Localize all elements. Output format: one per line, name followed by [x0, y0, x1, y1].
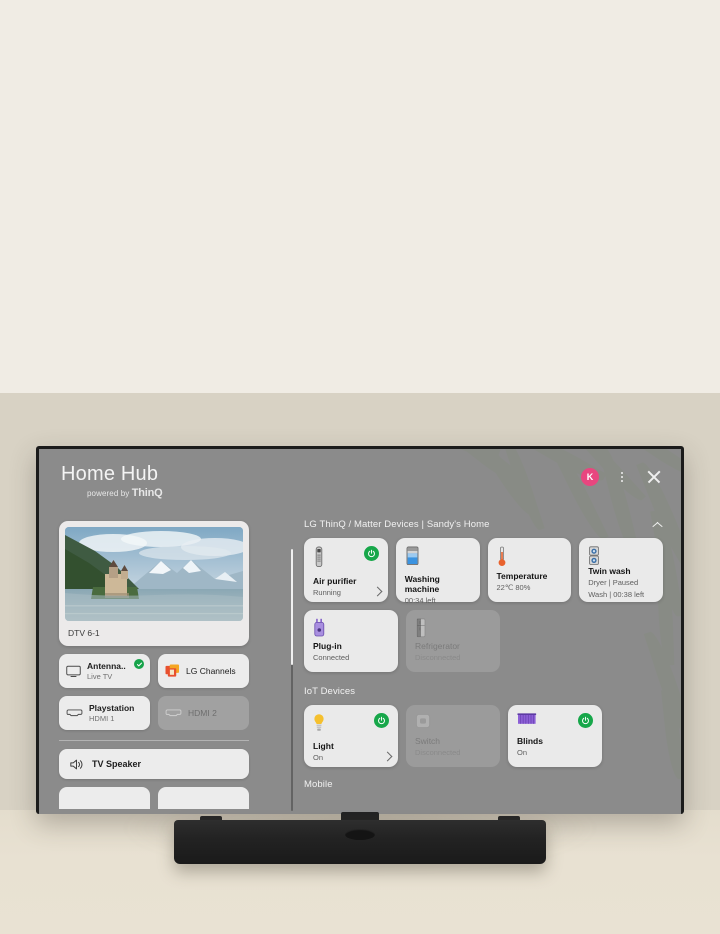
power-toggle-light[interactable]: [374, 713, 389, 728]
refrigerator-icon: [416, 618, 426, 638]
lake-castle-photo: [65, 527, 243, 621]
hub-header: Home Hub powered by ThinQ K: [61, 463, 663, 511]
tv-screen: Home Hub powered by ThinQ K DTV 6-1 Ante…: [39, 449, 681, 814]
device-card-twin-wash[interactable]: Twin wash Dryer | Paused Wash | 00:38 le…: [579, 538, 663, 602]
kebab-menu-icon[interactable]: [615, 468, 629, 486]
page-title: Home Hub: [61, 463, 159, 485]
thermometer-icon: [498, 546, 505, 566]
hdmi-icon: [66, 709, 83, 717]
close-icon[interactable]: [645, 468, 663, 486]
source-tile-antenna[interactable]: Antenna.. Live TV: [59, 654, 150, 688]
section-title: IoT Devices: [304, 686, 356, 697]
television: Home Hub powered by ThinQ K DTV 6-1 Ante…: [36, 446, 684, 814]
device-name: Switch: [415, 736, 441, 746]
vertical-scrollbar[interactable]: [291, 549, 293, 811]
soundbar: [174, 820, 546, 864]
selected-check-icon: [134, 659, 144, 669]
source-name: Antenna..: [87, 661, 126, 671]
speaker-icon: [70, 759, 83, 769]
more-sources-row: [59, 787, 249, 809]
switch-icon: [415, 713, 431, 729]
source-tile-hdmi2[interactable]: HDMI 2: [158, 696, 249, 730]
avatar-initial: K: [586, 472, 594, 482]
source-sub: Live TV: [87, 672, 113, 681]
panel-divider: [59, 740, 249, 741]
source-sub: HDMI 1: [89, 714, 115, 723]
audio-output-tile[interactable]: TV Speaker: [59, 749, 249, 779]
chevron-up-icon[interactable]: [652, 521, 663, 528]
mobile-section-header: Mobile: [304, 779, 663, 790]
tv-preview-card[interactable]: DTV 6-1: [59, 521, 249, 646]
header-actions: K: [581, 468, 663, 486]
source-tile-partial-left[interactable]: [59, 787, 150, 809]
tv-channel-label: DTV 6-1: [68, 628, 100, 638]
washing-machine-icon: [406, 546, 419, 566]
blinds-icon: [517, 713, 537, 724]
device-name: Air purifier: [313, 576, 357, 586]
avatar[interactable]: K: [581, 468, 599, 486]
device-name: Light: [313, 741, 334, 751]
device-status: Disconnected: [415, 653, 461, 662]
scrollbar-thumb[interactable]: [291, 549, 293, 665]
device-card-temperature[interactable]: Temperature 22℃ 80%: [487, 538, 572, 602]
device-card-blinds[interactable]: Blinds On: [508, 705, 602, 767]
source-tile-lg-channels[interactable]: LG Channels: [158, 654, 249, 688]
devices-panel: LG ThinQ / Matter Devices | Sandy's Home: [304, 519, 663, 814]
iot-devices-section-header: IoT Devices: [304, 686, 663, 697]
sources-panel: DTV 6-1 Antenna.. Live TV LG Channels Pl…: [59, 521, 273, 814]
device-card-switch[interactable]: Switch Disconnected: [406, 705, 500, 767]
device-name: Blinds: [517, 736, 543, 746]
source-tile-playstation[interactable]: Playstation HDMI 1: [59, 696, 150, 730]
twin-wash-icon: [589, 546, 600, 565]
powered-by-prefix: powered by: [87, 489, 130, 498]
light-bulb-icon: [314, 714, 324, 731]
device-status: 00:34 left: [404, 596, 436, 605]
source-name: HDMI 2: [188, 708, 217, 718]
power-toggle-air-purifier[interactable]: [363, 546, 379, 561]
device-status: On: [313, 753, 324, 762]
section-title: Mobile: [304, 779, 333, 790]
matter-devices-row-2: Plug-in Connected Refrigerator Disconnec…: [304, 610, 663, 672]
hdmi-icon: [165, 709, 182, 717]
thinq-brand: ThinQ: [131, 487, 163, 499]
home-hub-overlay: Home Hub powered by ThinQ K DTV 6-1 Ante…: [39, 449, 681, 814]
source-name: LG Channels: [186, 666, 236, 676]
iot-devices-row: Light On Switch Disconnected Blinds On: [304, 705, 663, 767]
device-card-refrigerator[interactable]: Refrigerator Disconnected: [406, 610, 500, 672]
source-name: Playstation: [89, 703, 135, 713]
tv-icon: [66, 665, 81, 677]
tv-preview-thumbnail: [65, 527, 243, 621]
device-card-light[interactable]: Light On: [304, 705, 398, 767]
lg-channels-icon: [165, 664, 180, 677]
device-name: Washing machine: [404, 574, 440, 594]
device-name: Plug-in: [313, 641, 342, 651]
audio-output-name: TV Speaker: [92, 759, 142, 769]
ir-sensor-icon: [345, 829, 375, 840]
device-card-plug-in[interactable]: Plug-in Connected: [304, 610, 398, 672]
section-title: LG ThinQ / Matter Devices | Sandy's Home: [304, 519, 490, 530]
air-purifier-icon: [315, 546, 323, 568]
device-status: Running: [313, 588, 341, 597]
matter-devices-section-header: LG ThinQ / Matter Devices | Sandy's Home: [304, 519, 663, 530]
device-name: Twin wash: [588, 566, 631, 576]
device-status-secondary: Wash | 00:38 left: [588, 590, 645, 599]
device-status: Dryer | Paused: [588, 578, 639, 587]
device-name: Temperature: [496, 571, 548, 581]
source-tile-partial-right[interactable]: [158, 787, 249, 809]
powered-by-thinq: powered by ThinQ: [61, 487, 663, 499]
source-tiles: Antenna.. Live TV LG Channels Playstatio…: [59, 654, 249, 730]
device-status: Disconnected: [415, 748, 461, 757]
matter-devices-row-1: Air purifier Running Washing machine 00:…: [304, 538, 663, 605]
device-status: 22℃ 80%: [496, 583, 531, 592]
plug-icon: [314, 618, 325, 637]
device-card-washing-machine[interactable]: Washing machine 00:34 left: [395, 538, 480, 605]
wall-upper: [0, 0, 720, 393]
device-card-air-purifier[interactable]: Air purifier Running: [304, 538, 388, 602]
device-name: Refrigerator: [415, 641, 460, 651]
device-status: Connected: [313, 653, 350, 662]
device-status: On: [517, 748, 528, 757]
power-toggle-blinds[interactable]: [578, 713, 593, 728]
